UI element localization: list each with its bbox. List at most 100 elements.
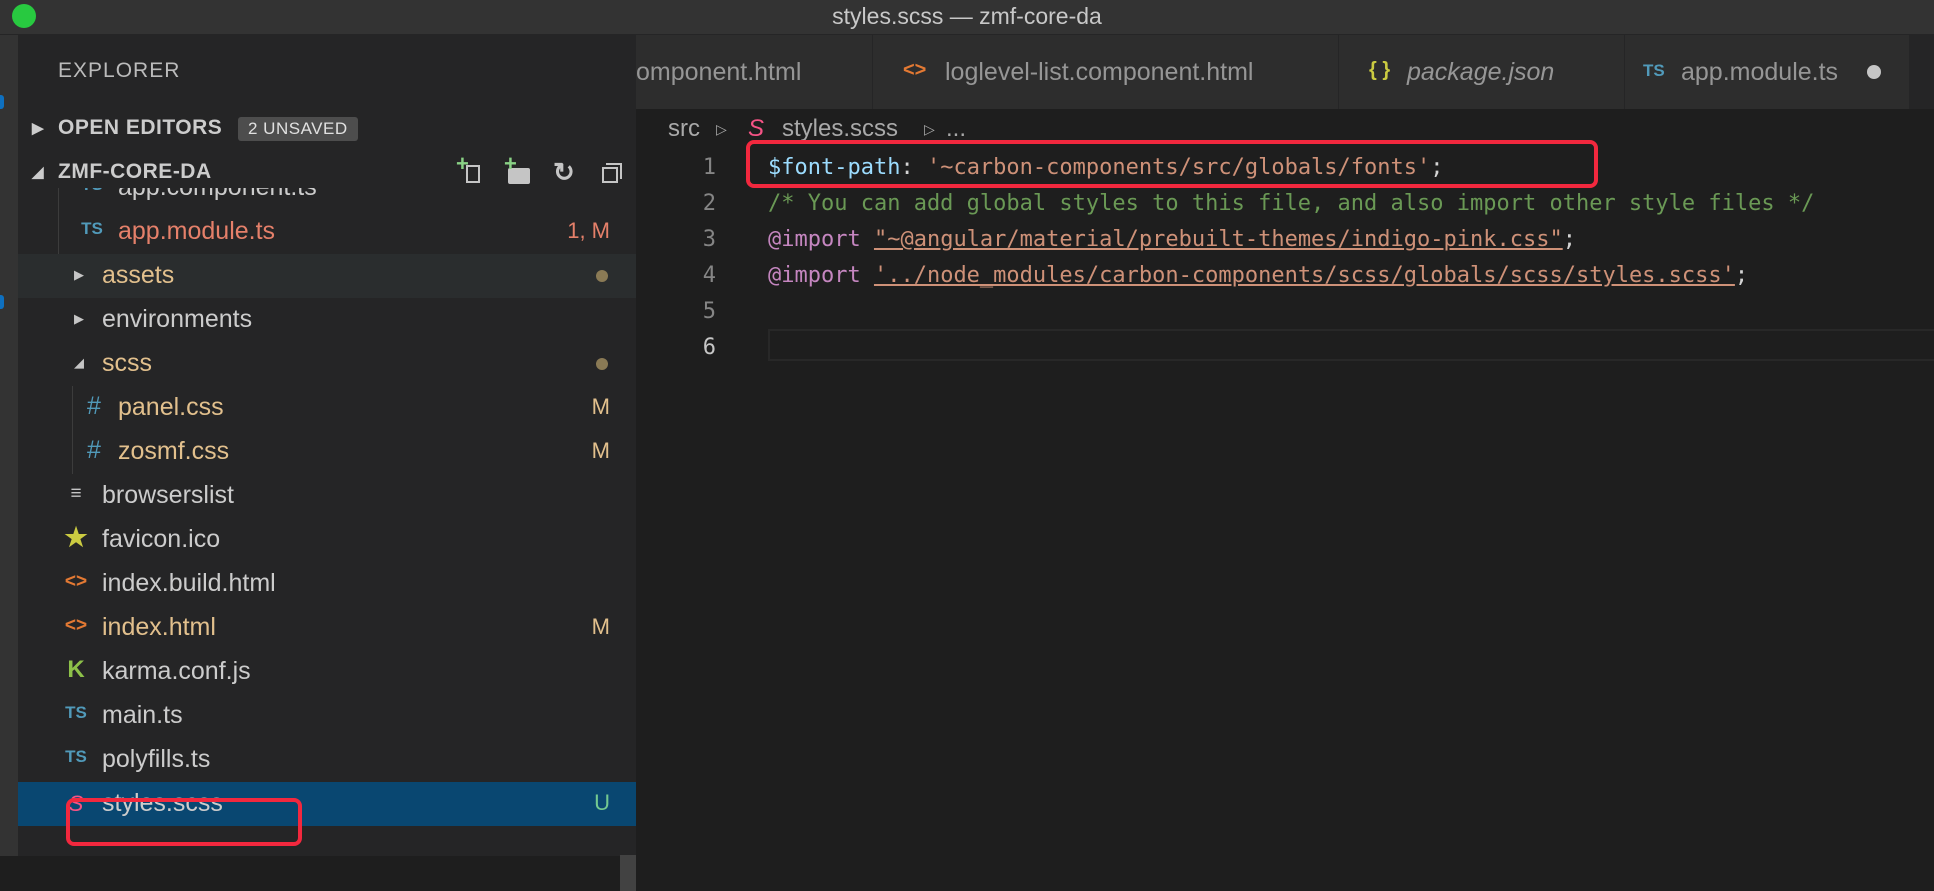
tab-component-html[interactable]: omponent.html xyxy=(636,35,873,109)
file-item-index-build-html[interactable]: <> index.build.html xyxy=(18,562,636,606)
file-name: app.component.ts xyxy=(118,188,317,202)
file-item-karma-conf-js[interactable]: K karma.conf.js xyxy=(18,650,636,694)
file-name: index.build.html xyxy=(102,569,276,597)
chevron-right-icon: ▷ xyxy=(716,121,727,137)
collapse-all-icon[interactable] xyxy=(596,159,624,187)
json-braces-icon: { } xyxy=(1369,59,1391,81)
activity-indicator-icon xyxy=(0,95,4,109)
html-icon: <> xyxy=(64,615,88,636)
line-number: 6 xyxy=(702,335,716,360)
chevron-right-icon: ▶ xyxy=(74,311,84,326)
tab-label: app.module.ts xyxy=(1681,58,1839,86)
open-editors-label: OPEN EDITORS xyxy=(58,116,223,139)
line-number: 3 xyxy=(702,227,716,252)
breadcrumb-more[interactable]: ... xyxy=(946,115,966,143)
new-file-icon[interactable] xyxy=(456,151,486,187)
unsaved-dot-icon[interactable] xyxy=(1867,65,1881,79)
file-name: main.ts xyxy=(102,701,183,729)
file-status: M xyxy=(591,438,610,463)
activity-indicator-icon xyxy=(0,295,4,309)
file-status: 1, M xyxy=(567,218,610,243)
karma-icon: K xyxy=(67,656,85,683)
sidebar-scrollbar[interactable] xyxy=(620,855,636,891)
tab-app-module-ts[interactable]: TS app.module.ts xyxy=(1625,35,1910,109)
line-number: 5 xyxy=(702,299,716,324)
code-editor[interactable]: 1 2 3 4 5 6 $font-path: '~carbon-compone… xyxy=(636,151,1934,856)
highlight-box xyxy=(66,798,302,846)
current-line-highlight xyxy=(768,329,1934,361)
css-hash-icon: # xyxy=(87,436,101,464)
open-editors-section[interactable]: ▶ OPEN EDITORS 2 UNSAVED xyxy=(18,107,636,151)
typescript-icon: TS xyxy=(1643,61,1665,80)
line-number: 4 xyxy=(702,263,716,288)
import-link[interactable]: "~@angular/material/prebuilt-themes/indi… xyxy=(874,227,1563,252)
file-status: M xyxy=(591,394,610,419)
activity-bar xyxy=(0,35,18,856)
tab-loglevel-list[interactable]: <> loglevel-list.component.html xyxy=(873,35,1339,109)
folder-name: scss xyxy=(102,349,152,377)
chevron-right-icon: ▶ xyxy=(74,267,84,282)
star-icon: ★ xyxy=(64,522,88,552)
file-item-polyfills-ts[interactable]: TS polyfills.ts xyxy=(18,738,636,782)
folder-item-environments[interactable]: ▶ environments xyxy=(18,298,636,342)
tab-package-json[interactable]: { } package.json xyxy=(1339,35,1625,109)
file-name: polyfills.ts xyxy=(102,745,211,773)
modified-dot-icon xyxy=(596,358,608,370)
file-item-zosmf-css[interactable]: # zosmf.css M xyxy=(18,430,636,474)
modified-dot-icon xyxy=(596,270,608,282)
code-line-3: @import "~@angular/material/prebuilt-the… xyxy=(768,227,1576,252)
typescript-icon: TS xyxy=(81,219,103,238)
editor-tabs: omponent.html <> loglevel-list.component… xyxy=(636,35,1934,109)
typescript-icon: TS xyxy=(65,747,87,766)
file-name: zosmf.css xyxy=(118,437,230,465)
chevron-down-icon: ◢ xyxy=(32,164,44,181)
html-icon: <> xyxy=(64,571,88,592)
file-item-panel-css[interactable]: # panel.css M xyxy=(18,386,636,430)
typescript-icon: TS xyxy=(80,188,104,195)
explorer-title: EXPLORER xyxy=(58,59,181,82)
code-line-2: /* You can add global styles to this fil… xyxy=(768,191,1815,216)
import-link[interactable]: '../node_modules/carbon-components/scss/… xyxy=(874,263,1735,288)
file-name: index.html xyxy=(102,613,216,641)
file-name: favicon.ico xyxy=(102,525,221,553)
file-item-index-html[interactable]: <> index.html M xyxy=(18,606,636,650)
breadcrumb-folder[interactable]: src xyxy=(668,115,700,143)
text-lines-icon: ≡ xyxy=(70,483,82,504)
file-name: app.module.ts xyxy=(118,217,276,245)
refresh-icon[interactable] xyxy=(550,157,578,188)
folder-item-assets[interactable]: ▶ assets xyxy=(18,254,636,298)
breadcrumb-file[interactable]: styles.scss xyxy=(782,115,898,143)
file-item-favicon-ico[interactable]: ★ favicon.ico xyxy=(18,518,636,562)
explorer-sidebar: EXPLORER ▶ OPEN EDITORS 2 UNSAVED ◢ ZMF-… xyxy=(18,35,636,891)
file-name: browserslist xyxy=(102,481,234,509)
typescript-icon: TS xyxy=(65,703,87,722)
file-item-app-component-ts[interactable]: TS app.component.ts xyxy=(18,188,636,210)
file-status: M xyxy=(591,614,610,639)
new-folder-icon[interactable] xyxy=(504,151,532,187)
code-line-4: @import '../node_modules/carbon-componen… xyxy=(768,263,1749,288)
file-status: U xyxy=(594,790,610,815)
folder-item-scss[interactable]: ◢ scss xyxy=(18,342,636,386)
window-title: styles.scss — zmf-core-da xyxy=(832,3,1102,29)
folder-name: assets xyxy=(102,261,175,289)
file-item-app-module-ts[interactable]: TS app.module.ts 1, M xyxy=(18,210,636,254)
line-number: 2 xyxy=(702,191,716,216)
sass-icon: S xyxy=(748,115,765,142)
folder-name: environments xyxy=(102,305,253,333)
file-item-browserslist[interactable]: ≡ browserslist xyxy=(18,474,636,518)
tab-label: loglevel-list.component.html xyxy=(945,58,1254,86)
file-item-main-ts[interactable]: TS main.ts xyxy=(18,694,636,738)
unsaved-badge: 2 UNSAVED xyxy=(238,117,358,141)
file-name: karma.conf.js xyxy=(102,657,251,685)
chevron-down-icon: ◢ xyxy=(74,355,84,370)
html-icon: <> xyxy=(903,59,927,81)
highlight-box xyxy=(746,140,1598,188)
tab-label: omponent.html xyxy=(636,58,802,86)
title-bar: styles.scss — zmf-core-da xyxy=(0,0,1934,35)
file-name: panel.css xyxy=(118,393,224,421)
chevron-right-icon: ▷ xyxy=(924,121,935,137)
chevron-right-icon: ▶ xyxy=(32,120,44,137)
css-hash-icon: # xyxy=(87,392,101,420)
tab-label: package.json xyxy=(1407,58,1555,86)
project-label: ZMF-CORE-DA xyxy=(58,160,212,183)
